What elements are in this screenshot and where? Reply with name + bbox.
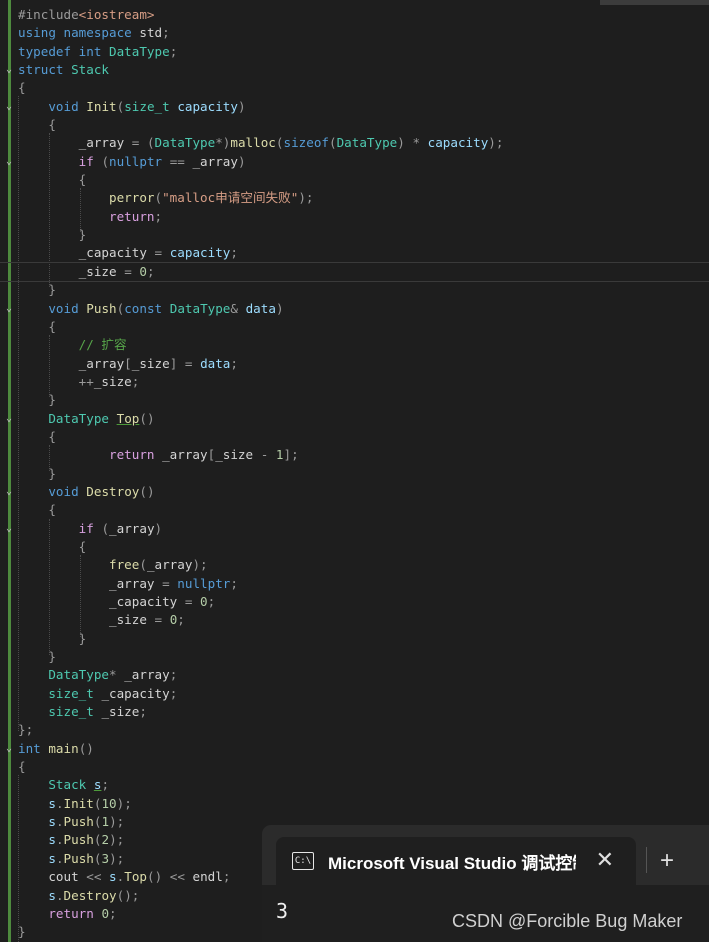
change-tracking-bar (8, 0, 11, 942)
fold-toggle-icon[interactable]: ⌄ (6, 300, 12, 318)
terminal-icon: C:\ (292, 852, 314, 870)
fold-toggle-icon[interactable]: ⌄ (6, 483, 12, 501)
code-lines: #include<iostream> using namespace std; … (0, 6, 709, 942)
console-output: 3 (276, 899, 289, 923)
console-output-area[interactable]: 3 CSDN @Forcible Bug Maker (262, 885, 709, 942)
close-icon[interactable]: ✕ (596, 847, 614, 873)
fold-toggle-icon[interactable]: ⌄ (6, 61, 12, 79)
fold-toggle-icon[interactable]: ⌄ (6, 740, 12, 758)
fold-toggle-icon[interactable]: ⌄ (6, 98, 12, 116)
console-tab-title: Microsoft Visual Studio 调试控制台 (328, 853, 576, 873)
watermark: CSDN @Forcible Bug Maker (452, 911, 683, 931)
current-line: _size = 0; (0, 261, 709, 283)
new-tab-button[interactable]: + (660, 847, 674, 875)
debug-console-window[interactable]: C:\ Microsoft Visual Studio 调试控制台 ✕ + 3 … (262, 825, 709, 942)
fold-toggle-icon[interactable]: ⌄ (6, 153, 12, 171)
fold-toggle-icon[interactable]: ⌄ (6, 520, 12, 538)
scrollbar[interactable] (600, 0, 709, 5)
fold-toggle-icon[interactable]: ⌄ (6, 410, 12, 428)
code-editor[interactable]: #include<iostream> using namespace std; … (0, 0, 709, 942)
console-tab[interactable]: C:\ Microsoft Visual Studio 调试控制台 ✕ (276, 837, 636, 885)
tab-divider (646, 847, 647, 873)
